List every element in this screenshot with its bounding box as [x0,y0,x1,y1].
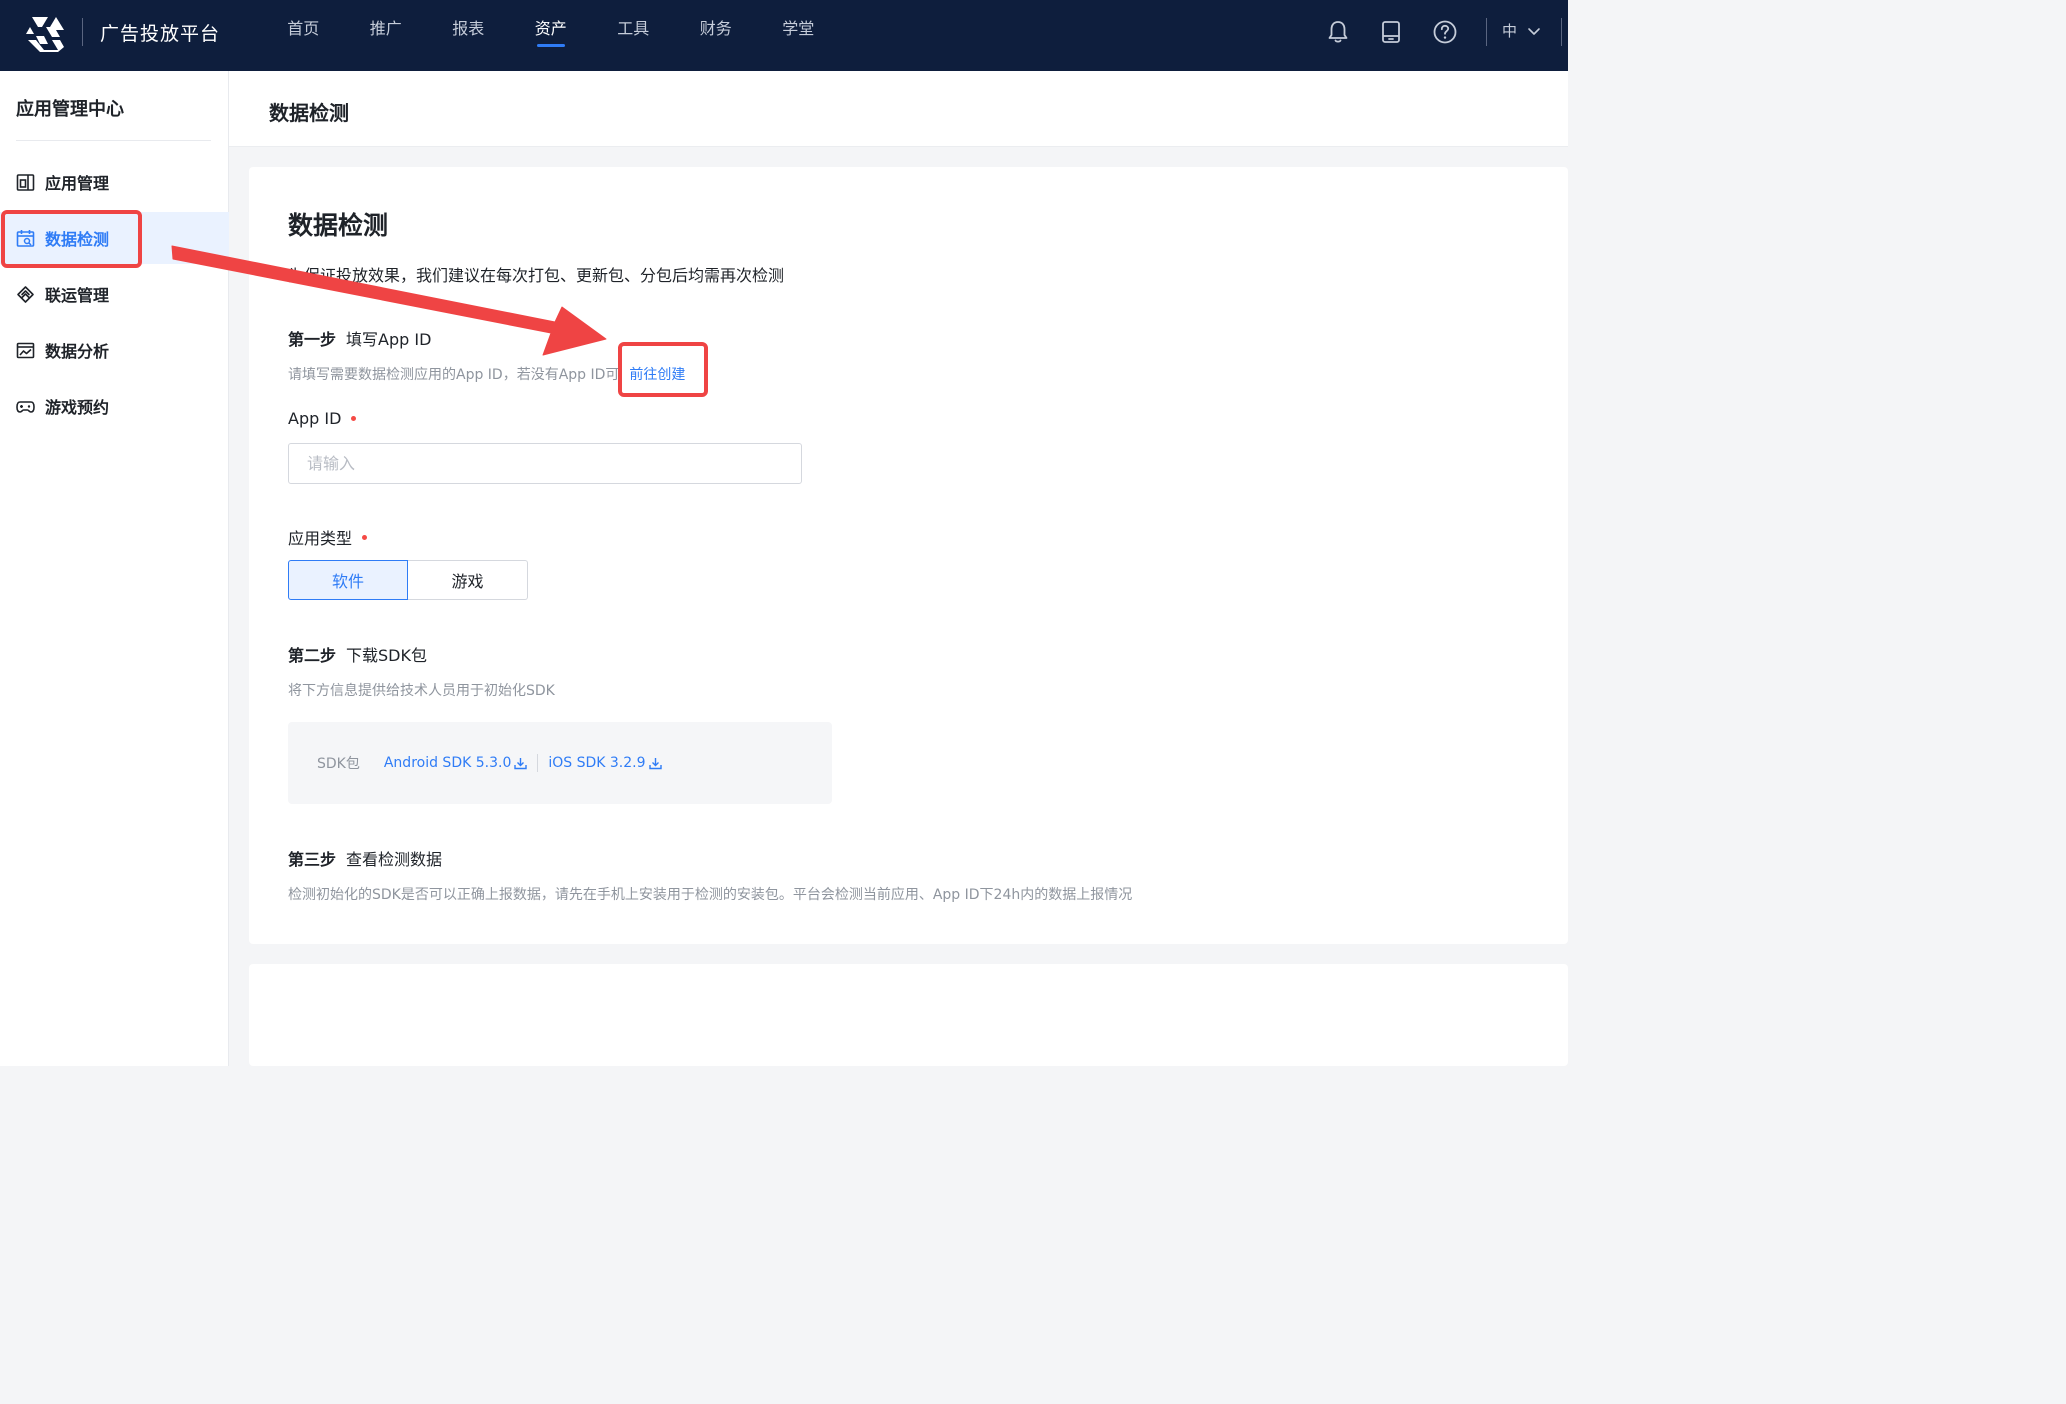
page-title: 数据检测 [269,101,349,125]
app-id-label: App ID [288,409,357,428]
app-id-input[interactable] [288,443,802,484]
app-type-label-text: 应用类型 [288,529,353,548]
gamepad-icon [16,400,35,413]
language-select[interactable]: 中 [1502,20,1541,41]
sdk-panel: SDK包 Android SDK 5.3.0 iOS SDK 3.2.9 [288,722,832,804]
section-title: 数据检测 [288,211,389,240]
nav-promote[interactable]: 推广 [345,0,428,71]
nav-finance[interactable]: 财务 [675,0,758,71]
step3-hint: 检测初始化的SDK是否可以正确上报数据，请先在手机上安装用于检测的安装包。平台会… [288,887,1133,903]
topbar-separator-right [1561,18,1562,46]
top-navbar: 广告投放平台 首页 推广 报表 资产 工具 财务 学堂 中 [0,0,1568,71]
nav-tools[interactable]: 工具 [592,0,675,71]
topbar-separator [1486,18,1487,46]
help-icon[interactable] [1432,19,1458,45]
result-card [249,964,1568,1066]
android-sdk-download-link[interactable]: Android SDK 5.3.0 [384,755,528,771]
ios-sdk-label: iOS SDK 3.2.9 [548,755,646,771]
chart-window-icon [16,342,35,358]
app-type-label: 应用类型 [288,525,368,549]
sidebar-item-label: 联运管理 [45,286,110,305]
step3-label: 第三步 [288,850,337,869]
android-sdk-label: Android SDK 5.3.0 [383,755,512,771]
sidebar-item-label: 应用管理 [45,174,110,193]
download-icon [648,757,662,769]
diamond-link-icon [17,285,34,303]
page-header: 数据检测 [229,71,1568,147]
step1-hint-text: 请填写需要数据检测应用的App ID，若没有App ID可 [288,367,620,383]
sidebar-item-label: 数据分析 [45,342,110,361]
step3-heading: 查看检测数据 [346,850,443,869]
sdk-label: SDK包 [317,756,360,772]
step1-label: 第一步 [288,330,337,349]
sidebar-item-app-manage[interactable]: 应用管理 [0,156,229,208]
required-mark [362,534,368,540]
nav-home[interactable]: 首页 [262,0,345,71]
chevron-down-icon [1528,27,1540,35]
step1-heading: 填写App ID [346,330,432,349]
sidebar-title: 应用管理中心 [16,99,124,120]
step2-hint: 将下方信息提供给技术人员用于初始化SDK [288,683,555,699]
download-icon [514,757,528,769]
app-manage-icon [16,173,35,191]
step2-heading: 下载SDK包 [346,646,427,665]
intro-text: 为保证投放效果，我们建议在每次打包、更新包、分包后均需再次检测 [288,266,785,285]
annotation-highlight-sidebar [1,210,142,268]
step1-title: 第一步 填写App ID [288,326,431,350]
main-nav: 首页 推广 报表 资产 工具 财务 学堂 [262,0,840,71]
app-type-selector: 软件 游戏 [288,560,528,600]
step2-title: 第二步 下载SDK包 [288,642,427,666]
annotation-highlight-create-link [618,342,708,397]
bell-icon[interactable] [1325,19,1351,45]
app-id-label-text: App ID [288,409,342,428]
logo-icon[interactable] [24,14,64,52]
language-label: 中 [1502,22,1518,40]
app-type-game-button[interactable]: 游戏 [408,560,528,600]
brand-name: 广告投放平台 [100,23,221,45]
sidebar-item-label: 游戏预约 [45,398,110,417]
ios-sdk-download-link[interactable]: iOS SDK 3.2.9 [548,755,662,771]
sdk-separator [537,754,539,772]
sidebar-item-joint-operation[interactable]: 联运管理 [0,268,229,320]
required-mark [351,416,357,421]
app-type-software-button[interactable]: 软件 [288,560,408,600]
step2-label: 第二步 [288,646,337,665]
sidebar-item-data-analysis[interactable]: 数据分析 [0,324,229,376]
nav-academy[interactable]: 学堂 [757,0,840,71]
tablet-icon[interactable] [1378,19,1404,45]
sidebar-divider [16,140,211,141]
nav-assets[interactable]: 资产 [510,0,593,71]
nav-reports[interactable]: 报表 [427,0,510,71]
step3-title: 第三步 查看检测数据 [288,846,442,870]
sidebar-item-game-reservation[interactable]: 游戏预约 [0,380,229,432]
logo-divider [82,18,83,46]
